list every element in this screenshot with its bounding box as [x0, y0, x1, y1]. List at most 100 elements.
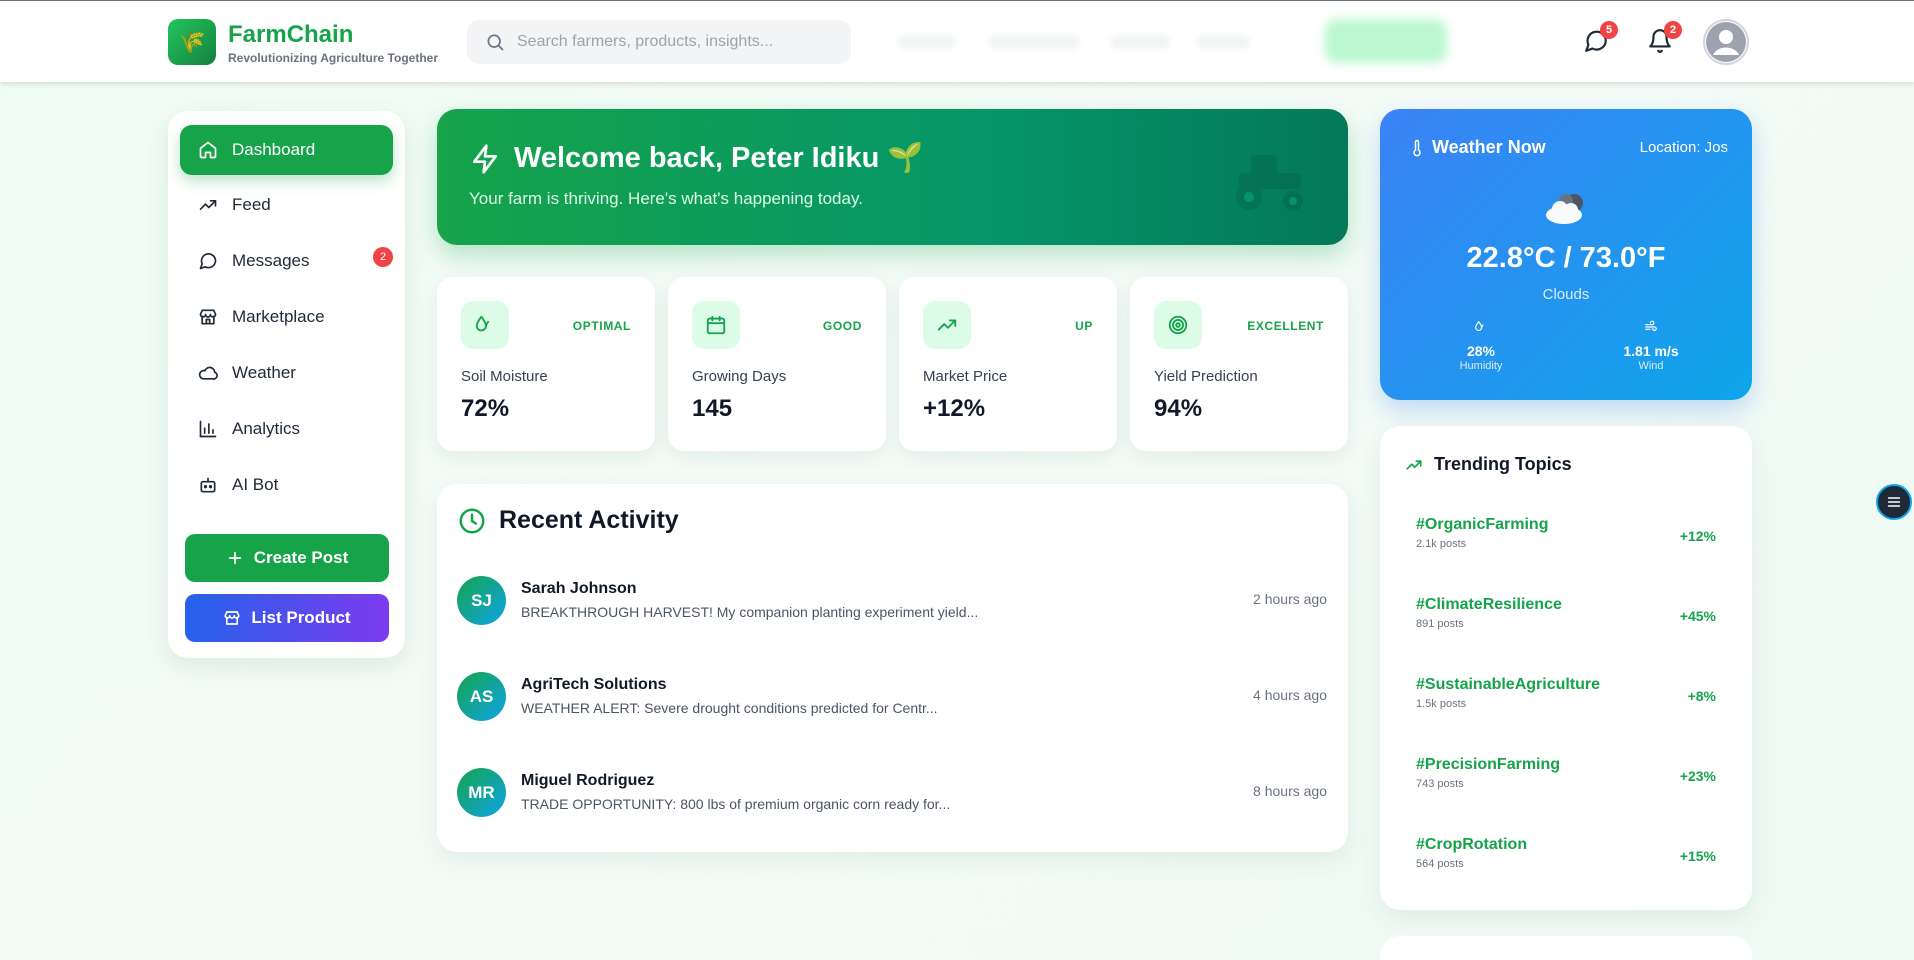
lightning-icon: [473, 144, 497, 174]
sidebar-item-label: Weather: [232, 363, 296, 382]
sidebar: Dashboard Feed Messages 2 Marketplace We…: [168, 111, 405, 658]
avatar: SJ: [457, 576, 506, 625]
sidebar-item-messages[interactable]: Messages: [180, 236, 393, 286]
store-icon: [199, 309, 217, 325]
search-bar[interactable]: [467, 20, 851, 64]
activity-author: Sarah Johnson: [521, 580, 637, 597]
weather-location: Location: Jos: [1639, 139, 1728, 156]
target-icon: [1168, 315, 1188, 335]
weather-title: Weather Now: [1432, 137, 1546, 157]
welcome-title: Welcome back, Peter Idiku 🌱: [514, 142, 924, 174]
welcome-banner: Welcome back, Peter Idiku 🌱 Your farm is…: [437, 109, 1348, 245]
sidebar-item-label: Analytics: [232, 419, 301, 438]
search-input[interactable]: [517, 33, 837, 51]
sidebar-item-marketplace[interactable]: Marketplace: [180, 292, 393, 342]
sidebar-item-weather[interactable]: Weather: [180, 348, 393, 398]
store-icon: [224, 611, 240, 625]
trending-topic[interactable]: #ClimateResilience 891 posts +45%: [1416, 596, 1716, 640]
activity-time: 4 hours ago: [1253, 687, 1327, 703]
message-circle-icon: [199, 253, 217, 270]
stat-label: Market Price: [923, 368, 1008, 385]
activity-snippet: WEATHER ALERT: Severe drought conditions…: [521, 700, 938, 716]
trending-tag: #ClimateResilience: [1416, 596, 1562, 613]
droplets-icon: [1475, 320, 1484, 332]
trending-topic[interactable]: #OrganicFarming 2.1k posts +12%: [1416, 516, 1716, 560]
activity-item[interactable]: SJ Sarah Johnson BREAKTHROUGH HARVEST! M…: [457, 570, 1327, 630]
humidity-value: 28%: [1466, 343, 1496, 359]
weather-condition: Clouds: [1542, 286, 1590, 303]
avatar: AS: [457, 672, 506, 721]
user-avatar-icon: [1706, 22, 1746, 62]
brand-tagline: Revolutionizing Agriculture Together: [228, 51, 438, 65]
list-product-label: List Product: [251, 608, 351, 627]
stat-card-market-price[interactable]: UP Market Price +12%: [899, 277, 1117, 451]
bot-icon: [200, 477, 216, 493]
stat-label: Soil Moisture: [461, 368, 548, 385]
stat-label: Yield Prediction: [1154, 368, 1258, 385]
top-header: 🌾 FarmChain Revolutionizing Agriculture …: [0, 0, 1914, 82]
trending-topic[interactable]: #CropRotation 564 posts +15%: [1416, 836, 1716, 880]
user-avatar-button[interactable]: [1703, 19, 1749, 65]
stat-card-yield-prediction[interactable]: EXCELLENT Yield Prediction 94%: [1130, 277, 1348, 451]
trending-topic[interactable]: #PrecisionFarming 743 posts +23%: [1416, 756, 1716, 800]
sidebar-item-label: Messages: [232, 251, 310, 270]
menu-icon: [1887, 497, 1901, 507]
trending-tag: #OrganicFarming: [1416, 516, 1549, 533]
stat-card-growing-days[interactable]: GOOD Growing Days 145: [668, 277, 886, 451]
notifications-count-badge: 2: [1664, 21, 1682, 39]
farmchain-logo[interactable]: 🌾: [168, 19, 216, 65]
search-icon: [487, 34, 504, 51]
activity-author: AgriTech Solutions: [521, 676, 667, 693]
stat-icon-wrap: [923, 301, 971, 349]
bar-chart-icon: [199, 420, 217, 438]
trending-topics-title: Trending Topics: [1434, 454, 1572, 474]
stat-value: 94%: [1154, 395, 1203, 422]
weather-card[interactable]: Weather Now Location: Jos 22.8°C / 73.0°…: [1380, 109, 1752, 400]
stat-card-soil-moisture[interactable]: OPTIMAL Soil Moisture 72%: [437, 277, 655, 451]
blurred-nav-link: [1110, 35, 1170, 49]
next-panel-card: [1380, 936, 1752, 960]
activity-snippet: TRADE OPPORTUNITY: 800 lbs of premium or…: [521, 796, 951, 812]
sidebar-item-dashboard[interactable]: Dashboard: [180, 125, 393, 175]
humidity-label: Humidity: [1459, 360, 1503, 372]
recent-activity-panel: Recent Activity SJ Sarah Johnson BREAKTH…: [437, 484, 1348, 852]
sidebar-item-label: Feed: [232, 195, 271, 214]
trending-change: +8%: [1687, 688, 1716, 704]
humidity-metric: 28% Humidity: [1431, 320, 1531, 372]
activity-snippet: BREAKTHROUGH HARVEST! My companion plant…: [521, 604, 979, 620]
notifications-button[interactable]: 2: [1644, 21, 1682, 57]
home-icon: [199, 141, 217, 159]
trending-post-count: 891 posts: [1416, 618, 1464, 630]
sidebar-item-ai-bot[interactable]: AI Bot: [180, 460, 393, 510]
trending-post-count: 743 posts: [1416, 778, 1464, 790]
tractor-icon: [1236, 155, 1303, 211]
trending-post-count: 1.5k posts: [1416, 698, 1467, 710]
trending-up-icon: [199, 200, 217, 210]
brand-name[interactable]: FarmChain: [228, 21, 353, 49]
trending-change: +15%: [1679, 848, 1716, 864]
trending-post-count: 2.1k posts: [1416, 538, 1467, 550]
recent-activity-title: Recent Activity: [499, 506, 679, 534]
trending-topic[interactable]: #SustainableAgriculture 1.5k posts +8%: [1416, 676, 1716, 720]
sidebar-item-label: AI Bot: [232, 475, 279, 494]
activity-item[interactable]: MR Miguel Rodriguez TRADE OPPORTUNITY: 8…: [457, 762, 1327, 822]
messages-button[interactable]: 5: [1580, 21, 1618, 57]
stat-status: UP: [1075, 319, 1093, 333]
stat-icon-wrap: [1154, 301, 1202, 349]
sidebar-item-feed[interactable]: Feed: [180, 180, 393, 230]
trending-post-count: 564 posts: [1416, 858, 1464, 870]
wind-value: 1.81 m/s: [1623, 343, 1679, 359]
avatar: MR: [457, 768, 506, 817]
calendar-icon: [706, 315, 726, 335]
thermometer-icon: [1413, 139, 1421, 157]
droplets-icon: [475, 315, 490, 332]
create-post-button[interactable]: Create Post: [185, 534, 389, 582]
sidebar-item-label: Marketplace: [232, 307, 325, 326]
trending-tag: #PrecisionFarming: [1416, 756, 1561, 773]
floating-menu-button[interactable]: [1876, 484, 1912, 520]
activity-item[interactable]: AS AgriTech Solutions WEATHER ALERT: Sev…: [457, 666, 1327, 726]
list-product-button[interactable]: List Product: [185, 594, 389, 642]
trending-change: +12%: [1679, 528, 1716, 544]
stat-value: +12%: [923, 395, 986, 422]
sidebar-item-analytics[interactable]: Analytics: [180, 404, 393, 454]
